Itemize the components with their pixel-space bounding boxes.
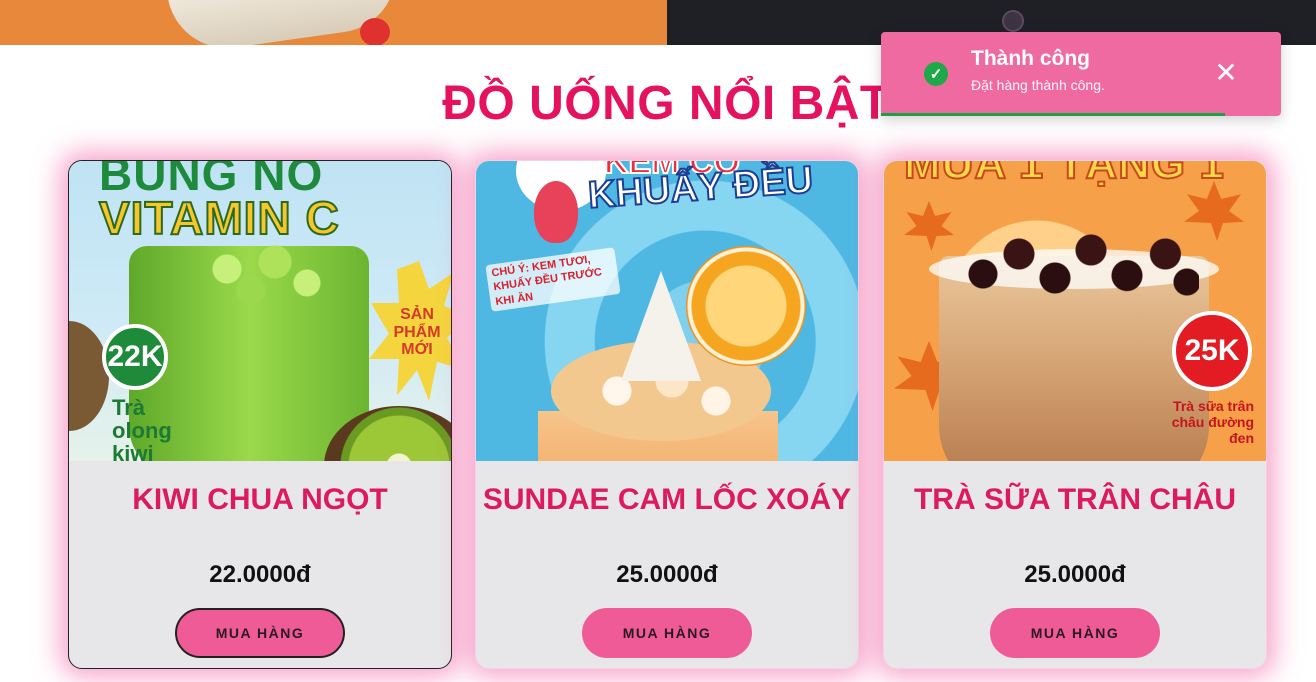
price-badge: 25K [1172,311,1252,391]
art-note: Trà sữa trân châu đường đen [1171,398,1254,447]
banner-drop-image [1002,10,1024,32]
toast-progress-track [881,113,1281,116]
close-icon[interactable]: ✕ [1213,58,1239,88]
kiwi-fruit-image [69,321,109,431]
product-image-milk-tea[interactable]: MUA 1 TẶNG 1 25K Trà sữa trân châu đường… [884,161,1266,461]
price-badge: 22K [102,324,168,390]
product-price: 25.0000đ [1024,561,1126,588]
product-name: TRÀ SỮA TRÂN CHÂU [913,483,1237,516]
check-circle-icon: ✓ [924,62,948,86]
toast-message: Đặt hàng thành công. [971,77,1105,93]
tapioca-pearls-image [959,226,1199,306]
art-headline-1: MUA 1 TẶNG 1 [903,161,1225,189]
maple-leaf-image [904,201,954,251]
art-headline-2: VITAMIN C [98,191,340,245]
product-price: 25.0000đ [616,561,718,588]
success-toast: ✓ Thành công Đặt hàng thành công. ✕ [881,32,1281,116]
product-image-kiwi[interactable]: BÙNG NỔ VITAMIN C SẢN PHẨM MỚI 22K Trà o… [69,161,451,461]
product-card-milk-tea[interactable]: MUA 1 TẶNG 1 25K Trà sữa trân châu đường… [883,160,1267,669]
kiwi-cubes-image [179,241,339,311]
buy-button[interactable]: MUA HÀNG [990,608,1160,658]
spoon-image [534,181,578,243]
art-note: CHÚ Ý: KEM TƯƠI, KHUẤY ĐỀU TRƯỚC KHI ĂN [485,247,621,312]
toast-title: Thành công [971,47,1090,70]
buy-button[interactable]: MUA HÀNG [582,608,752,658]
orange-slice-image [686,246,806,366]
product-price: 22.0000đ [209,561,311,588]
product-name: KIWI CHUA NGỌT [132,483,388,516]
banner-strawberry-image [360,18,390,45]
product-name: SUNDAE CAM LỐC XOÁY [482,483,852,516]
art-burst-text: SẢN PHẨM MỚI [393,306,441,359]
buy-button[interactable]: MUA HÀNG [175,608,345,658]
product-card-sundae[interactable]: KEM CÓ KHUẤY ĐỀU CHÚ Ý: KEM TƯƠI, KHUẤY … [475,160,859,669]
toast-progress-bar [881,113,1225,116]
art-note: Trà olong kiwi [112,395,172,461]
banner-left-image [0,0,667,45]
product-image-sundae[interactable]: KEM CÓ KHUẤY ĐỀU CHÚ Ý: KEM TƯƠI, KHUẤY … [476,161,858,461]
product-card-kiwi[interactable]: BÙNG NỔ VITAMIN C SẢN PHẨM MỚI 22K Trà o… [68,160,452,669]
